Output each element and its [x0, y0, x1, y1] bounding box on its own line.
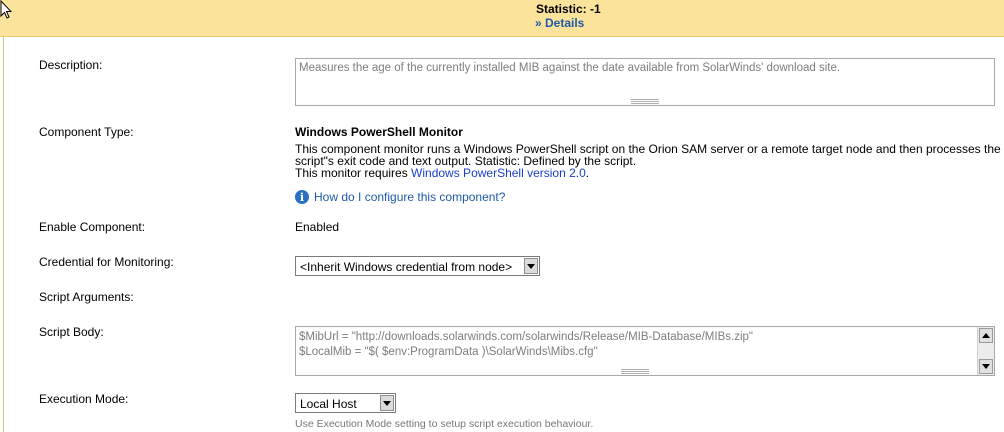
execution-mode-selected-value: Local Host [300, 397, 357, 411]
execution-mode-hint: Use Execution Mode setting to setup scri… [295, 418, 594, 430]
chevron-down-icon[interactable] [524, 258, 538, 274]
statistic-text: Statistic: -1 [536, 2, 601, 16]
info-icon: i [295, 190, 309, 204]
script-arguments-label: Script Arguments: [39, 290, 134, 304]
powershell-version-link[interactable]: Windows PowerShell version 2.0 [411, 166, 586, 180]
scroll-down-icon[interactable] [979, 359, 993, 374]
requires-prefix: This monitor requires [295, 166, 412, 180]
credential-label: Credential for Monitoring: [39, 255, 174, 269]
execution-mode-label: Execution Mode: [39, 392, 129, 406]
script-body-textarea[interactable]: $MibUrl = "http://downloads.solarwinds.c… [295, 326, 995, 376]
script-line-1: $MibUrl = "http://downloads.solarwinds.c… [299, 331, 753, 343]
requires-suffix: . [585, 166, 590, 180]
resize-grip-icon[interactable] [631, 99, 659, 104]
scroll-up-icon[interactable] [979, 328, 993, 343]
component-description-text: This component monitor runs a Windows Po… [295, 142, 1001, 168]
configure-help-text[interactable]: How do I configure this component? [314, 190, 505, 204]
component-type-title: Windows PowerShell Monitor [295, 125, 463, 139]
enable-component-label: Enable Component: [39, 220, 146, 234]
details-link[interactable]: » Details [535, 16, 584, 30]
description-label: Description: [39, 58, 103, 72]
mouse-cursor-icon [0, 0, 12, 19]
description-textarea[interactable]: Measures the age of the currently instal… [295, 58, 995, 106]
resize-grip-icon[interactable] [621, 369, 649, 374]
component-type-description: This component monitor runs a Windows Po… [295, 143, 1001, 179]
credential-select[interactable]: <Inherit Windows credential from node> [295, 256, 540, 276]
script-body-label: Script Body: [39, 325, 104, 339]
status-banner: Statistic: -1 » Details [0, 0, 1004, 37]
execution-mode-select[interactable]: Local Host [295, 393, 396, 413]
description-text: Measures the age of the currently instal… [299, 62, 841, 74]
script-line-2: $LocalMib = "$( $env:ProgramData )\Solar… [299, 346, 598, 358]
chevron-down-icon[interactable] [380, 395, 394, 411]
component-type-label: Component Type: [39, 125, 134, 139]
credential-selected-value: <Inherit Windows credential from node> [300, 260, 513, 274]
enable-component-value: Enabled [295, 220, 340, 234]
script-body-scrollbar[interactable] [977, 327, 994, 375]
configure-help-link[interactable]: i How do I configure this component? [295, 190, 505, 204]
